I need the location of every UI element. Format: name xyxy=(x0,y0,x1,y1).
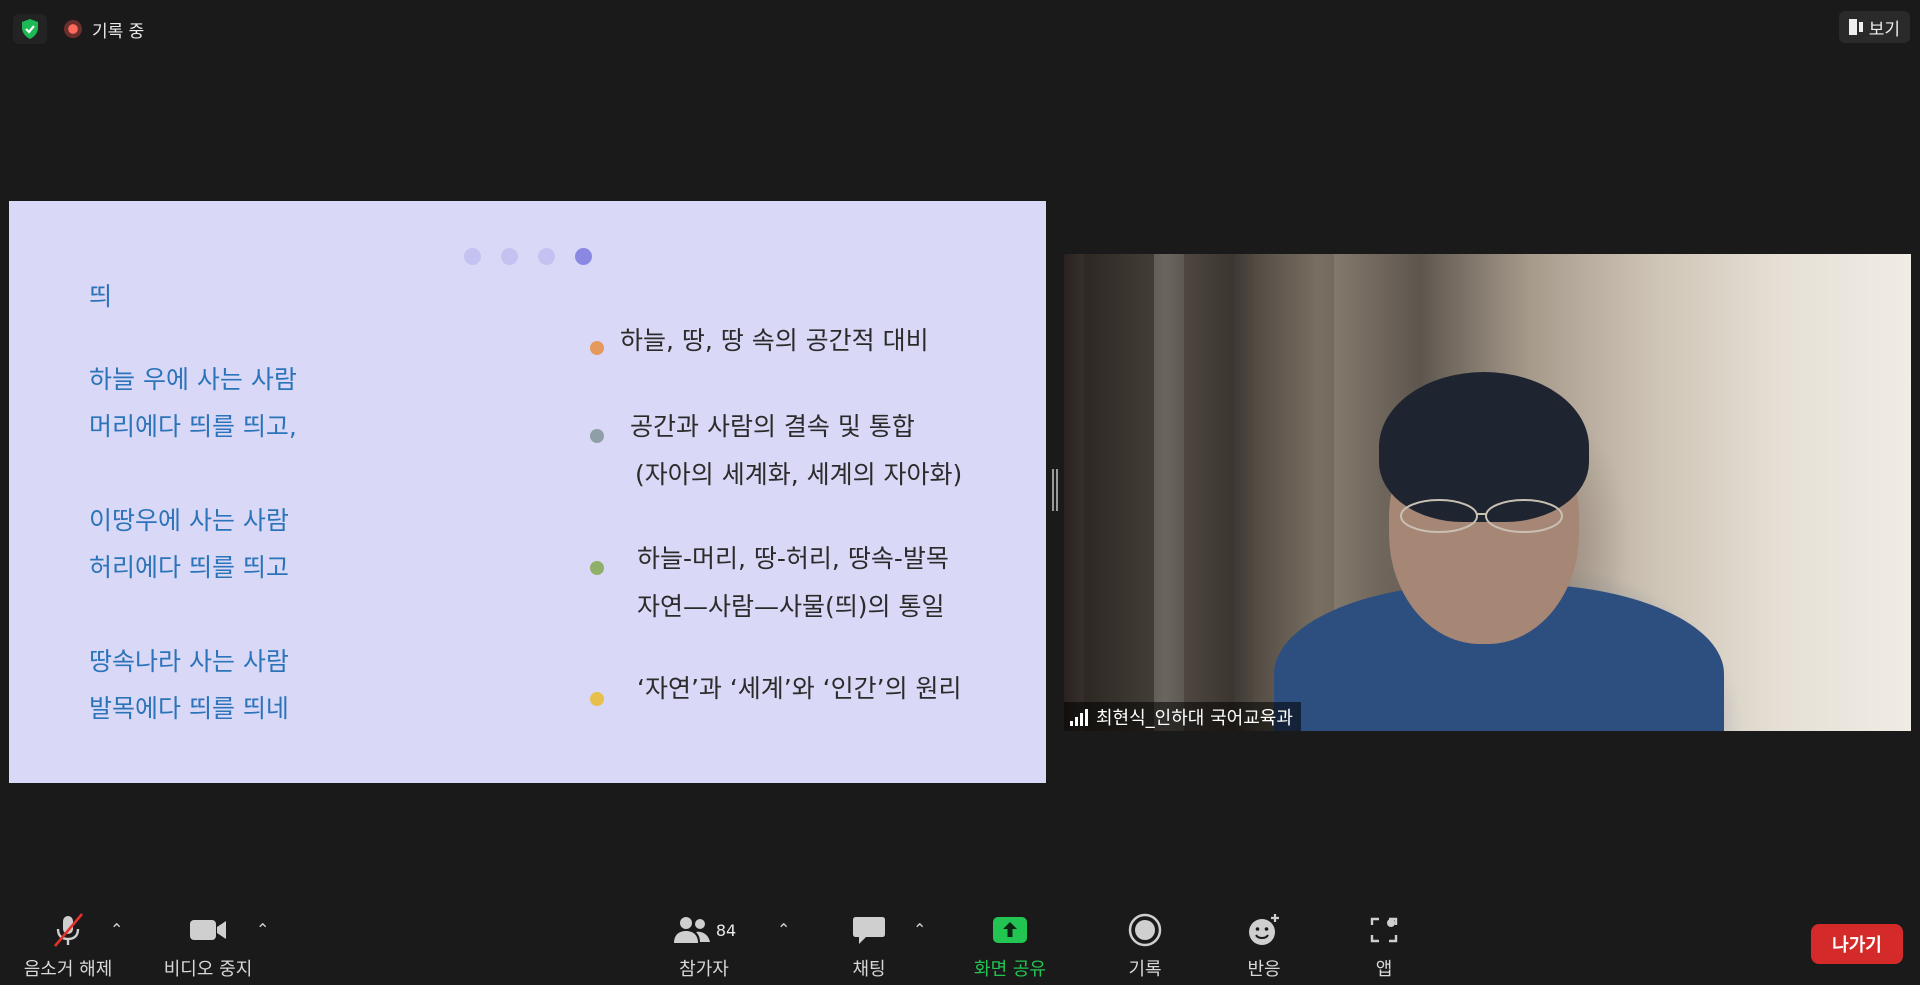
chat-label: 채팅 xyxy=(852,959,886,980)
bullet-text: (자아의 세계화, 세계의 자아화) xyxy=(635,460,963,489)
record-dot-icon xyxy=(64,20,82,38)
recording-indicator[interactable]: 기록 중 xyxy=(64,16,144,42)
record-label: 기록 xyxy=(1128,959,1162,980)
slide-page-dots xyxy=(464,248,592,265)
stop-video-label: 비디오 중지 xyxy=(163,959,253,980)
bullet-text: ‘자연’과 ‘세계’와 ‘인간’의 원리 xyxy=(637,674,962,703)
participants-button[interactable]: 84 참가자 xyxy=(671,905,737,981)
stop-video-button[interactable]: 비디오 중지 xyxy=(160,905,256,981)
bullet-text: 하늘-머리, 땅-허리, 땅속-발목 xyxy=(637,544,949,573)
apps-label: 앱 xyxy=(1375,959,1393,980)
video-camera-icon xyxy=(188,905,228,955)
participants-icon: 84 xyxy=(654,905,754,955)
view-label: 보기 xyxy=(1868,19,1900,40)
poem-line: 하늘 우에 사는 사람 xyxy=(89,365,297,394)
security-shield-icon[interactable] xyxy=(13,14,47,44)
video-options-caret-icon[interactable]: ⌃ xyxy=(256,920,269,939)
participants-label: 참가자 xyxy=(679,959,729,980)
participant-name-tag: 최현식_인하대 국어교육과 xyxy=(1064,702,1301,731)
microphone-muted-icon xyxy=(50,905,86,955)
split-view-drag-handle[interactable] xyxy=(1052,469,1058,511)
share-screen-label: 화면 공유 xyxy=(974,959,1046,980)
chat-button[interactable]: 채팅 xyxy=(848,905,890,981)
participants-options-caret-icon[interactable]: ⌃ xyxy=(777,920,790,939)
bullet-dot-icon xyxy=(590,561,604,575)
view-layout-icon xyxy=(1848,19,1863,35)
bullet-dot-icon xyxy=(590,692,604,706)
poem-line: 이땅우에 사는 사람 xyxy=(89,506,289,535)
emoji-add-icon xyxy=(1246,905,1282,955)
poem-line: 허리에다 띄를 띄고 xyxy=(89,553,289,582)
record-button[interactable]: 기록 xyxy=(1124,905,1166,981)
view-button[interactable]: 보기 xyxy=(1838,11,1910,43)
connection-signal-icon xyxy=(1070,708,1088,726)
poem-line: 땅속나라 사는 사람 xyxy=(89,647,289,676)
page-dot xyxy=(538,248,555,265)
bullet-dot-icon xyxy=(590,341,604,355)
chat-options-caret-icon[interactable]: ⌃ xyxy=(913,920,926,939)
poem-line: 발목에다 띄를 띄네 xyxy=(89,694,289,723)
shared-screen-slide: 띄 하늘 우에 사는 사람 머리에다 띄를 띄고, 이땅우에 사는 사람 허리에… xyxy=(9,201,1046,783)
participants-count: 84 xyxy=(715,920,737,940)
page-dot xyxy=(464,248,481,265)
record-icon xyxy=(1128,905,1162,955)
bullet-text: 하늘, 땅, 땅 속의 공간적 대비 xyxy=(620,326,929,355)
bullet-text: 자연—사람—사물(띄)의 통일 xyxy=(637,592,945,621)
apps-icon xyxy=(1369,905,1399,955)
bullet-dot-icon xyxy=(590,429,604,443)
poem-line: 머리에다 띄를 띄고, xyxy=(89,412,297,441)
poem-text: 띄 하늘 우에 사는 사람 머리에다 띄를 띄고, 이땅우에 사는 사람 허리에… xyxy=(89,273,297,732)
chat-bubble-icon xyxy=(852,905,886,955)
participant-video[interactable] xyxy=(1064,254,1911,731)
share-screen-button[interactable]: 화면 공유 xyxy=(970,905,1050,981)
reactions-label: 반응 xyxy=(1247,959,1281,980)
participant-name: 최현식_인하대 국어교육과 xyxy=(1096,707,1293,729)
meeting-toolbar: 음소거 해제 ⌃ 비디오 중지 ⌃ 84 참가자 ⌃ 채팅 ⌃ 화면 공유 기록… xyxy=(0,905,1920,985)
unmute-label: 음소거 해제 xyxy=(23,959,113,980)
page-dot xyxy=(501,248,518,265)
apps-button[interactable]: 앱 xyxy=(1364,905,1404,981)
share-screen-icon xyxy=(992,905,1028,955)
unmute-button[interactable]: 음소거 해제 xyxy=(20,905,116,981)
audio-options-caret-icon[interactable]: ⌃ xyxy=(110,920,123,939)
reactions-button[interactable]: 반응 xyxy=(1243,905,1285,981)
leave-meeting-button[interactable]: 나가기 xyxy=(1811,924,1903,964)
page-dot-active xyxy=(575,248,592,265)
bullet-text: 공간과 사람의 결속 및 통합 xyxy=(630,412,915,441)
recording-label: 기록 중 xyxy=(92,21,145,42)
poem-title: 띄 xyxy=(89,282,113,311)
